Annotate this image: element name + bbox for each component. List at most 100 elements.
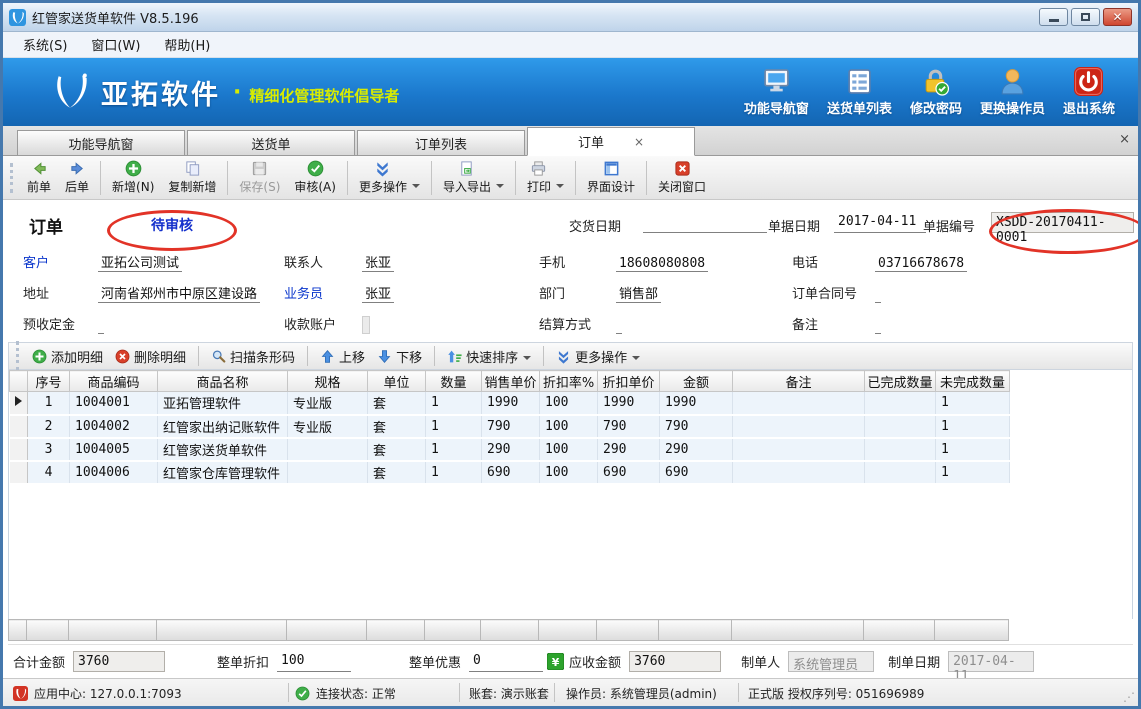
field-input-部门[interactable]: 销售部	[616, 286, 661, 303]
table-cell[interactable]: 4	[28, 461, 70, 484]
toolbar-button-关闭窗口[interactable]: 关闭窗口	[651, 158, 713, 197]
tab-2[interactable]: 订单列表	[357, 130, 525, 155]
field-input-结算方式[interactable]	[616, 317, 622, 334]
close-all-tabs-button[interactable]: ×	[1119, 132, 1130, 147]
column-header-已完成数量[interactable]: 已完成数量	[865, 371, 936, 392]
table-cell[interactable]: 1990	[482, 392, 540, 415]
table-cell[interactable]: 690	[482, 461, 540, 484]
row-selector[interactable]	[10, 438, 28, 461]
table-cell[interactable]: 红管家仓库管理软件	[158, 461, 288, 484]
table-cell[interactable]: 2	[28, 415, 70, 438]
table-cell[interactable]: 1	[936, 461, 1010, 484]
table-cell[interactable]	[288, 438, 368, 461]
table-cell[interactable]: 1	[426, 392, 482, 415]
column-header-未完成数量[interactable]: 未完成数量	[936, 371, 1010, 392]
field-input-手机[interactable]: 18608080808	[616, 255, 708, 272]
table-row[interactable]: 11004001亚拓管理软件专业版套11990100199019901	[10, 392, 1010, 415]
table-cell[interactable]: 290	[660, 438, 733, 461]
menu-item-2[interactable]: 帮助(H)	[152, 32, 222, 57]
footer-field-整单优惠[interactable]: 0	[469, 651, 543, 672]
detail-toolbar-button-扫描条形码[interactable]: 扫描条形码	[205, 345, 301, 368]
table-cell[interactable]	[733, 392, 865, 415]
table-cell[interactable]: 690	[598, 461, 660, 484]
toolbar-grip[interactable]	[10, 163, 14, 193]
table-cell[interactable]: 790	[598, 415, 660, 438]
table-cell[interactable]: 红管家出纳记账软件	[158, 415, 288, 438]
minimize-button[interactable]	[1039, 8, 1068, 26]
table-cell[interactable]	[865, 415, 936, 438]
table-cell[interactable]: 290	[598, 438, 660, 461]
banner-button-4[interactable]: 退出系统	[1063, 67, 1115, 117]
field-input-预收定金[interactable]	[98, 317, 104, 334]
table-cell[interactable]: 1004002	[70, 415, 158, 438]
column-header-单位[interactable]: 单位	[368, 371, 426, 392]
detail-toolbar-button-删除明细[interactable]: 删除明细	[109, 345, 192, 368]
table-cell[interactable]	[288, 461, 368, 484]
banner-button-0[interactable]: 功能导航窗	[744, 67, 809, 117]
table-cell[interactable]: 1990	[660, 392, 733, 415]
table-row[interactable]: 31004005红管家送货单软件套12901002902901	[10, 438, 1010, 461]
footer-field-整单折扣[interactable]: 100	[277, 651, 351, 672]
table-cell[interactable]: 690	[660, 461, 733, 484]
table-cell[interactable]: 790	[482, 415, 540, 438]
table-cell[interactable]: 1	[28, 392, 70, 415]
table-cell[interactable]: 3	[28, 438, 70, 461]
detail-toolbar-button-更多操作[interactable]: 更多操作	[550, 345, 646, 368]
detail-toolbar-button-添加明细[interactable]: 添加明细	[26, 345, 109, 368]
toolbar-button-后单[interactable]: 后单	[58, 158, 96, 197]
table-cell[interactable]	[865, 438, 936, 461]
toolbar-button-更多操作[interactable]: 更多操作	[352, 158, 427, 197]
field-input-联系人[interactable]: 张亚	[362, 255, 394, 272]
table-cell[interactable]: 1004001	[70, 392, 158, 415]
table-cell[interactable]: 套	[368, 461, 426, 484]
column-header-销售单价[interactable]: 销售单价	[482, 371, 540, 392]
table-cell[interactable]: 100	[540, 415, 598, 438]
column-header-商品编码[interactable]: 商品编码	[70, 371, 158, 392]
close-button[interactable]: ✕	[1103, 8, 1132, 26]
table-cell[interactable]: 1	[426, 438, 482, 461]
toolbar-grip[interactable]	[16, 341, 20, 371]
toolbar-button-保存(S)[interactable]: 保存(S)	[232, 158, 287, 197]
field-input-地址[interactable]: 河南省郑州市中原区建设路	[98, 286, 260, 303]
detail-toolbar-button-快速排序[interactable]: 快速排序	[441, 345, 537, 368]
column-header-备注[interactable]: 备注	[733, 371, 865, 392]
column-header-规格[interactable]: 规格	[288, 371, 368, 392]
field-label-业务员[interactable]: 业务员	[284, 283, 362, 302]
tab-0[interactable]: 功能导航窗	[17, 130, 185, 155]
table-cell[interactable]: 套	[368, 392, 426, 415]
table-cell[interactable]: 1	[936, 415, 1010, 438]
field-input-业务员[interactable]: 张亚	[362, 286, 394, 303]
table-cell[interactable]	[865, 392, 936, 415]
table-cell[interactable]: 1	[936, 438, 1010, 461]
banner-button-1[interactable]: 送货单列表	[827, 67, 892, 117]
detail-toolbar-button-下移[interactable]: 下移	[371, 345, 428, 368]
tab-3[interactable]: 订单×	[527, 127, 695, 156]
detail-toolbar-button-上移[interactable]: 上移	[314, 345, 371, 368]
table-cell[interactable]: 套	[368, 415, 426, 438]
table-cell[interactable]: 亚拓管理软件	[158, 392, 288, 415]
column-header-折扣单价[interactable]: 折扣单价	[598, 371, 660, 392]
column-header-折扣率%[interactable]: 折扣率%	[540, 371, 598, 392]
toolbar-button-打印[interactable]: 打印	[520, 158, 571, 197]
doc-date-field[interactable]: 2017-04-11	[834, 212, 926, 233]
delivery-date-field[interactable]	[643, 212, 767, 233]
table-cell[interactable]: 专业版	[288, 392, 368, 415]
table-cell[interactable]: 红管家送货单软件	[158, 438, 288, 461]
menu-item-1[interactable]: 窗口(W)	[79, 32, 152, 57]
toolbar-button-审核(A)[interactable]: 审核(A)	[287, 158, 343, 197]
toolbar-button-导入导出[interactable]: 导入导出	[436, 158, 511, 197]
toolbar-button-复制新增[interactable]: 复制新增	[161, 158, 223, 197]
field-input-电话[interactable]: 03716678678	[875, 255, 967, 272]
field-label-客户[interactable]: 客户	[23, 252, 98, 271]
field-input-备注[interactable]	[875, 317, 881, 334]
table-cell[interactable]	[865, 461, 936, 484]
table-row[interactable]: 41004006红管家仓库管理软件套16901006906901	[10, 461, 1010, 484]
table-cell[interactable]: 100	[540, 461, 598, 484]
column-header-商品名称[interactable]: 商品名称	[158, 371, 288, 392]
table-cell[interactable]: 290	[482, 438, 540, 461]
table-cell[interactable]: 1990	[598, 392, 660, 415]
table-cell[interactable]: 专业版	[288, 415, 368, 438]
table-row[interactable]: 21004002红管家出纳记账软件专业版套17901007907901	[10, 415, 1010, 438]
banner-button-2[interactable]: 修改密码	[910, 67, 962, 117]
table-cell[interactable]: 1	[936, 392, 1010, 415]
